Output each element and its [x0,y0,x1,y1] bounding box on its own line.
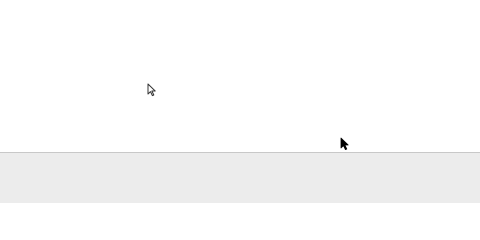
arrow-pointer-outline-icon [147,83,157,97]
content-area[interactable] [0,0,480,152]
arrow-pointer-icon [340,137,350,151]
bottom-panel [0,152,480,203]
screen [0,0,480,203]
